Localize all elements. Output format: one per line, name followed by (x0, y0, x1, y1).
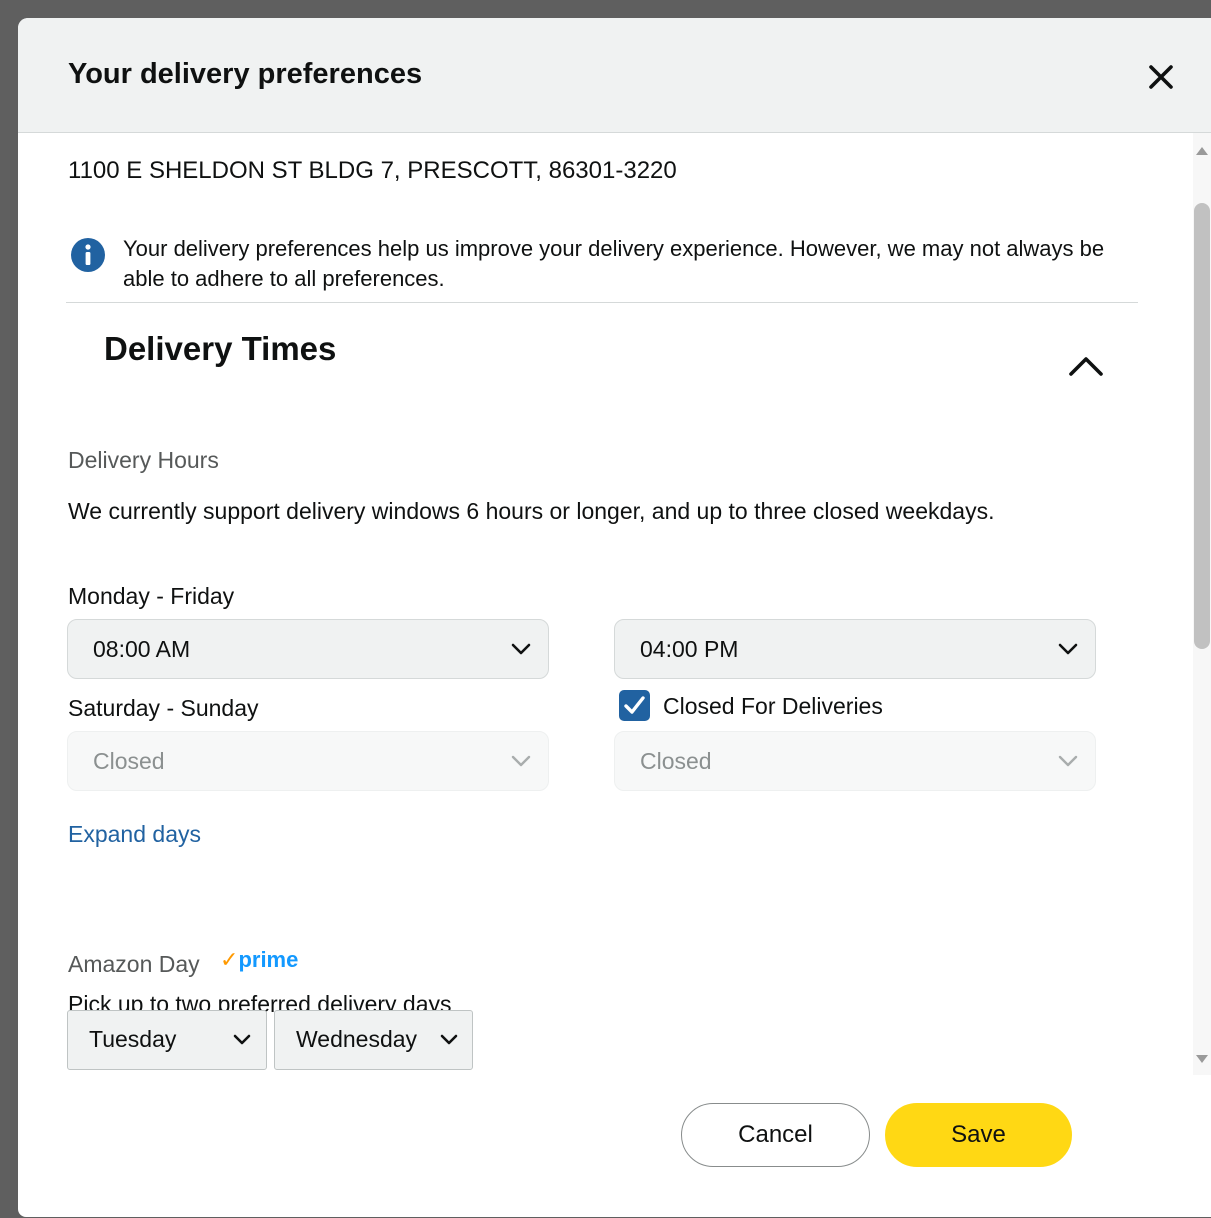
scroll-up-arrow-icon[interactable] (1196, 145, 1208, 155)
expand-days-link[interactable]: Expand days (68, 821, 201, 848)
cancel-button[interactable]: Cancel (681, 1103, 870, 1167)
scroll-down-arrow-icon[interactable] (1196, 1055, 1208, 1065)
dialog-title: Your delivery preferences (68, 58, 423, 90)
amazon-day-label: Amazon Day (68, 951, 200, 977)
weekend-end-time-value: Closed (640, 748, 712, 774)
delivery-hours-description: We currently support delivery windows 6 … (68, 498, 995, 524)
scrollbar-thumb[interactable] (1194, 203, 1210, 649)
dialog-header: Your delivery preferences (18, 18, 1211, 133)
delivery-times-heading: Delivery Times (104, 330, 337, 367)
prime-logo: ✓prime (220, 947, 298, 973)
close-icon (1149, 65, 1173, 89)
vertical-scrollbar[interactable] (1193, 133, 1211, 1075)
amazon-day-1-select[interactable]: Tuesday (67, 1010, 267, 1070)
chevron-up-icon (1069, 357, 1103, 376)
chevron-down-icon (1058, 643, 1078, 655)
closed-for-deliveries-label[interactable]: Closed For Deliveries (663, 693, 883, 720)
delivery-address: 1100 E SHELDON ST BLDG 7, PRESCOTT, 8630… (68, 157, 677, 184)
amazon-day-1-value: Tuesday (89, 1026, 177, 1052)
weekday-label: Monday - Friday (68, 583, 235, 609)
weekday-end-time-value: 04:00 PM (640, 636, 739, 662)
chevron-down-icon (1058, 755, 1078, 767)
closed-for-deliveries-checkbox[interactable] (619, 690, 650, 721)
chevron-down-icon (440, 1034, 458, 1045)
prime-text: prime (238, 947, 299, 972)
amazon-day-2-select[interactable]: Wednesday (274, 1010, 473, 1070)
info-message: Your delivery preferences help us improv… (123, 236, 1105, 291)
delivery-preferences-dialog: Your delivery preferences 1100 E SHELDON… (18, 18, 1211, 1217)
weekend-start-time-select: Closed (67, 731, 549, 791)
amazon-day-2-value: Wednesday (296, 1026, 418, 1052)
divider (66, 302, 1138, 303)
delivery-hours-label: Delivery Hours (68, 447, 219, 473)
save-button[interactable]: Save (885, 1103, 1072, 1167)
checkmark-icon (624, 696, 645, 714)
close-button[interactable] (1144, 60, 1178, 94)
weekend-start-time-value: Closed (93, 748, 165, 774)
weekday-end-time-select[interactable]: 04:00 PM (614, 619, 1096, 679)
collapse-section-button[interactable] (1068, 355, 1104, 377)
chevron-down-icon (511, 643, 531, 655)
chevron-down-icon (233, 1034, 251, 1045)
dialog-content: 1100 E SHELDON ST BLDG 7, PRESCOTT, 8630… (18, 133, 1193, 1075)
weekend-label: Saturday - Sunday (68, 695, 259, 721)
weekday-start-time-select[interactable]: 08:00 AM (67, 619, 549, 679)
chevron-down-icon (511, 755, 531, 767)
info-icon (71, 238, 105, 272)
prime-check-icon: ✓ (220, 947, 239, 972)
weekend-end-time-select: Closed (614, 731, 1096, 791)
weekday-start-time-value: 08:00 AM (93, 636, 191, 662)
